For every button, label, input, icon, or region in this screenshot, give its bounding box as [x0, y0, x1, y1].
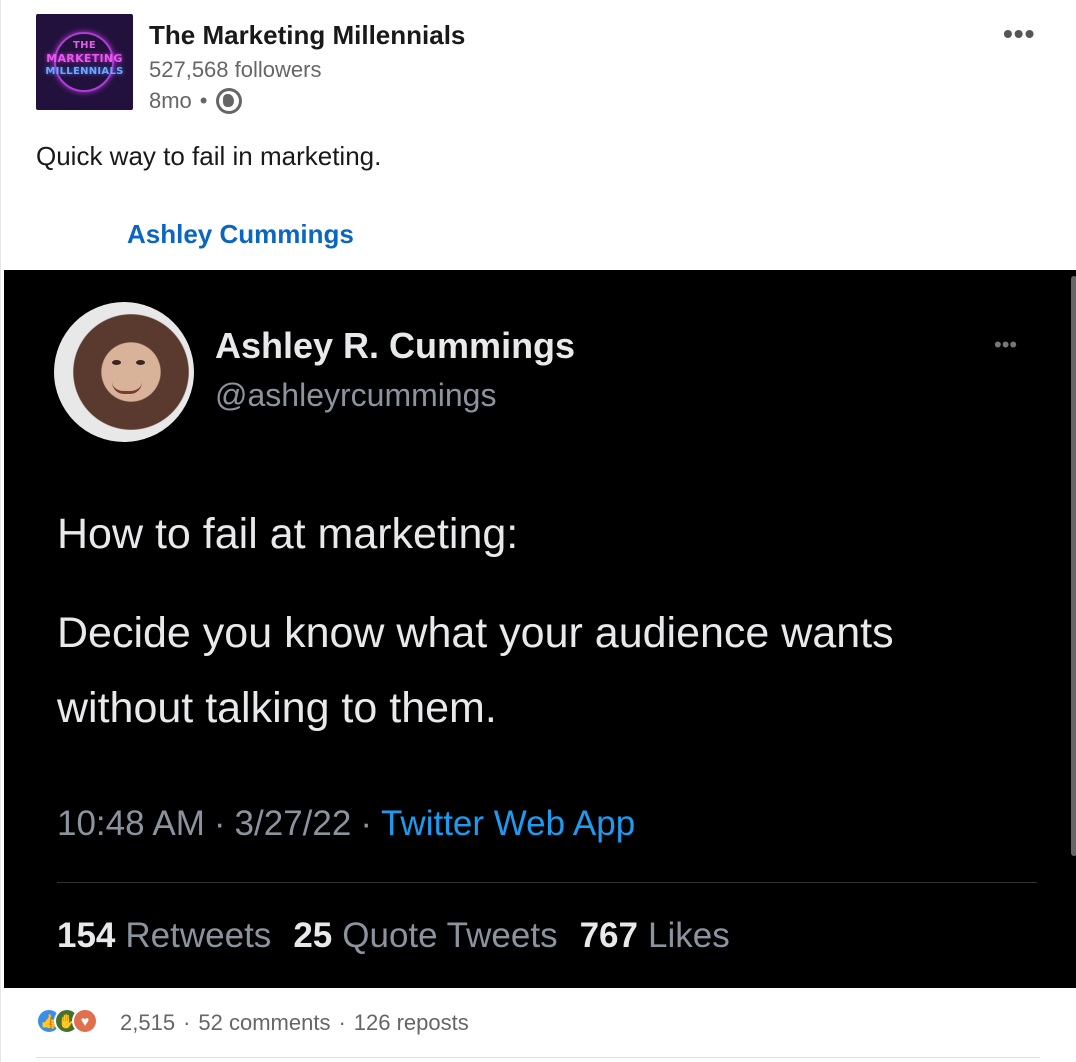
tweet-author-handle: @ashleyrcummings [215, 377, 497, 413]
tweet-date: 3/27/22 [234, 804, 352, 843]
count-separator: · [338, 1010, 346, 1035]
meta-separator: · [213, 804, 226, 843]
feed-post: THE MARKETING MILLENNIALS The Marketing … [0, 0, 1076, 1062]
comments-count[interactable]: 52 comments [198, 1010, 330, 1036]
quotes-count: 25 [293, 916, 333, 955]
logo-text-marketing: MARKETING [46, 52, 123, 65]
love-icon: ♥ [72, 1008, 98, 1034]
logo-text-millennials: MILLENNIALS [45, 66, 124, 77]
social-counts: 2,515 · 52 comments · 126 reposts [120, 1010, 469, 1036]
tweet-screenshot-image[interactable]: Ashley R. Cummings @ashleyrcummings ••• … [4, 270, 1076, 988]
mention-link[interactable]: Ashley Cummings [127, 219, 354, 250]
post-time: 8mo [149, 88, 192, 113]
meta-separator: · [360, 804, 372, 843]
tweet-more-icon: ••• [994, 332, 1018, 357]
retweets-stat: 154 Retweets [57, 916, 271, 956]
reactions-count[interactable]: 2,515 [120, 1010, 175, 1036]
tweet-stats: 154 Retweets 25 Quote Tweets 767 Likes [57, 916, 752, 956]
tweet-divider [57, 882, 1037, 883]
tweet-meta: 10:48 AM · 3/27/22 · Twitter Web App [57, 804, 635, 844]
post-text: Quick way to fail in marketing. [36, 141, 382, 171]
post-more-options-icon[interactable]: ••• [1003, 18, 1035, 50]
retweets-count: 154 [57, 916, 116, 955]
avatar-eye [136, 360, 145, 365]
quotes-label: Quote Tweets [342, 916, 558, 955]
likes-count: 767 [579, 916, 638, 955]
globe-icon [215, 88, 242, 114]
retweets-label: Retweets [125, 916, 272, 955]
tweet-author-name: Ashley R. Cummings [215, 325, 576, 366]
tweet-text-line1: How to fail at marketing: [57, 510, 519, 558]
tweet-avatar [54, 302, 194, 442]
company-logo[interactable]: THE MARKETING MILLENNIALS [36, 14, 133, 110]
count-separator: · [183, 1010, 191, 1035]
divider [36, 1057, 1040, 1058]
avatar-smile [112, 382, 142, 394]
author-name[interactable]: The Marketing Millennials [149, 20, 465, 51]
follower-count: 527,568 followers [149, 57, 322, 82]
meta-separator: • [199, 88, 208, 113]
logo-text-the: THE [73, 40, 96, 51]
reposts-count[interactable]: 126 reposts [354, 1010, 469, 1036]
tweet-scrollbar [1071, 276, 1076, 856]
quotes-stat: 25 Quote Tweets [293, 916, 557, 956]
tweet-source-app: Twitter Web App [380, 804, 636, 843]
tweet-text-line2: Decide you know what your audience wants… [57, 609, 894, 733]
likes-stat: 767 Likes [580, 916, 730, 956]
avatar-eye [112, 360, 121, 365]
tweet-time: 10:48 AM [57, 804, 205, 843]
reaction-icons[interactable]: 👍 ✋ ♥ [36, 1008, 98, 1034]
post-meta: 8mo • [149, 88, 242, 114]
likes-label: Likes [647, 916, 730, 955]
